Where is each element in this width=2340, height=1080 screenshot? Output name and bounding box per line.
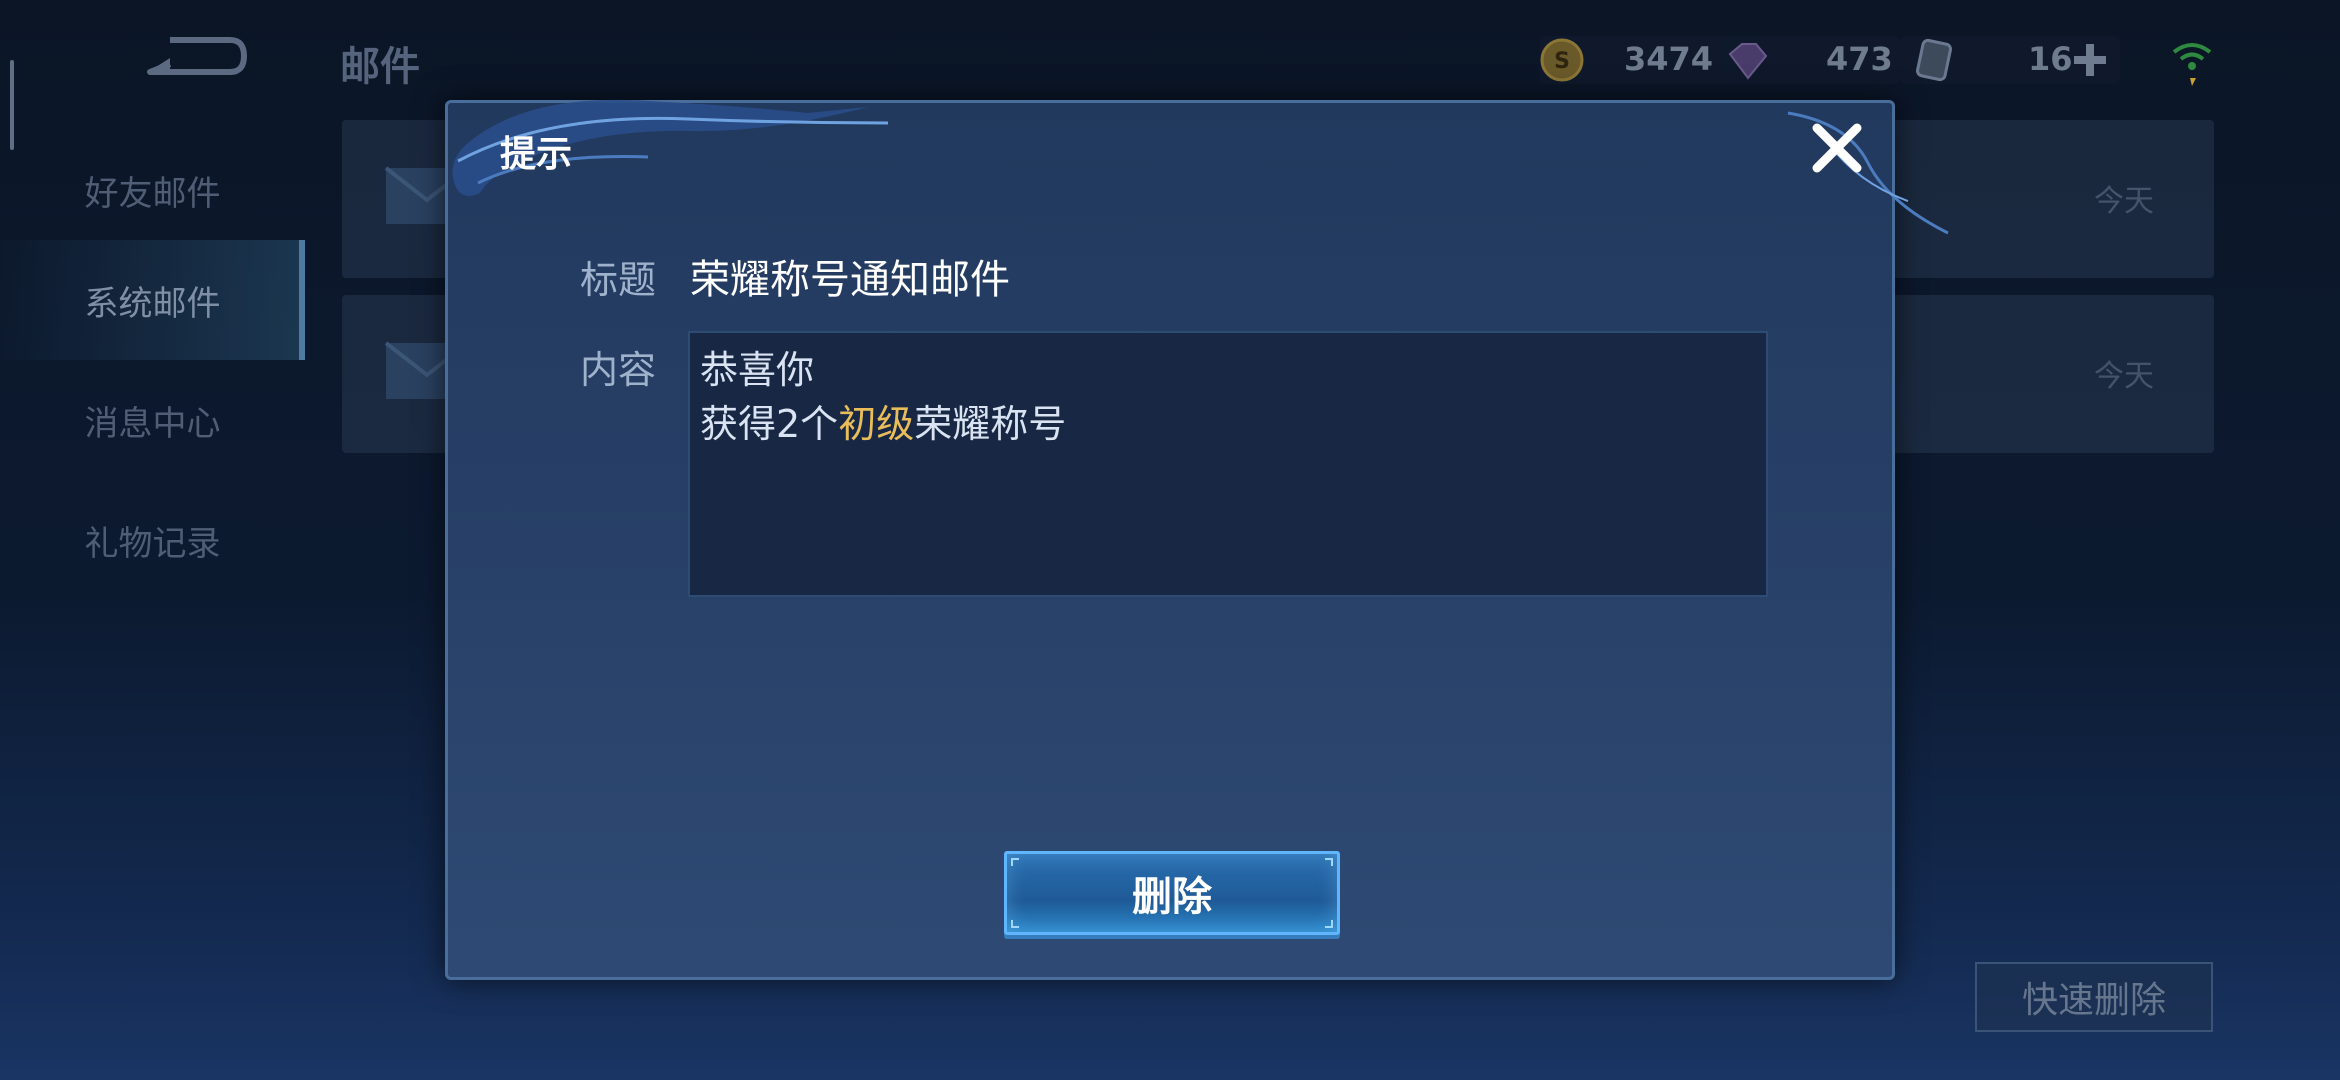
voucher-amount: 16 xyxy=(2028,40,2073,78)
subject-label: 标题 xyxy=(580,258,657,302)
sidebar-item-gift-records[interactable]: 礼物记录 xyxy=(0,480,305,600)
quick-delete-button[interactable]: 快速删除 xyxy=(1975,962,2213,1032)
plus-icon[interactable] xyxy=(2068,38,2116,86)
sidebar-item-friend-mail[interactable]: 好友邮件 xyxy=(0,130,305,250)
voucher-icon xyxy=(1910,36,1958,84)
back-arrow-icon xyxy=(147,37,247,75)
subject-value: 荣耀称号通知邮件 xyxy=(690,257,1010,303)
sidebar-item-message-center[interactable]: 消息中心 xyxy=(0,360,305,480)
back-button[interactable] xyxy=(140,28,250,84)
diamond-icon xyxy=(1722,36,1770,84)
notice-dialog: 提示 标题 荣耀称号通知邮件 内容 恭喜你 获得2个初级荣耀称号 删除 xyxy=(445,99,1949,980)
mail-date: 今天 xyxy=(2094,359,2154,394)
page-title: 邮件 xyxy=(340,44,420,90)
content-line-1: 恭喜你 xyxy=(700,348,815,392)
gold-amount: 3474 xyxy=(1624,40,1714,78)
delete-button-label: 删除 xyxy=(1132,874,1212,920)
dialog-title: 提示 xyxy=(500,134,573,175)
sidebar-item-system-mail[interactable]: 系统邮件 xyxy=(0,240,305,360)
mail-date: 今天 xyxy=(2094,184,2154,219)
wifi-icon xyxy=(2168,34,2216,86)
diamond-amount: 473 xyxy=(1826,40,1893,78)
rank-highlight: 初级 xyxy=(838,402,915,446)
close-icon xyxy=(1812,123,1862,173)
content-label: 内容 xyxy=(580,348,657,392)
close-button[interactable] xyxy=(1804,115,1870,181)
gold-coin-icon: S xyxy=(1538,36,1586,84)
sidebar: 好友邮件 系统邮件 消息中心 礼物记录 xyxy=(0,130,305,1080)
content-line-2: 获得2个初级荣耀称号 xyxy=(700,402,1067,446)
content-box: 恭喜你 获得2个初级荣耀称号 xyxy=(688,331,1768,597)
delete-button[interactable]: 删除 xyxy=(1004,851,1340,935)
svg-text:S: S xyxy=(1554,49,1570,74)
